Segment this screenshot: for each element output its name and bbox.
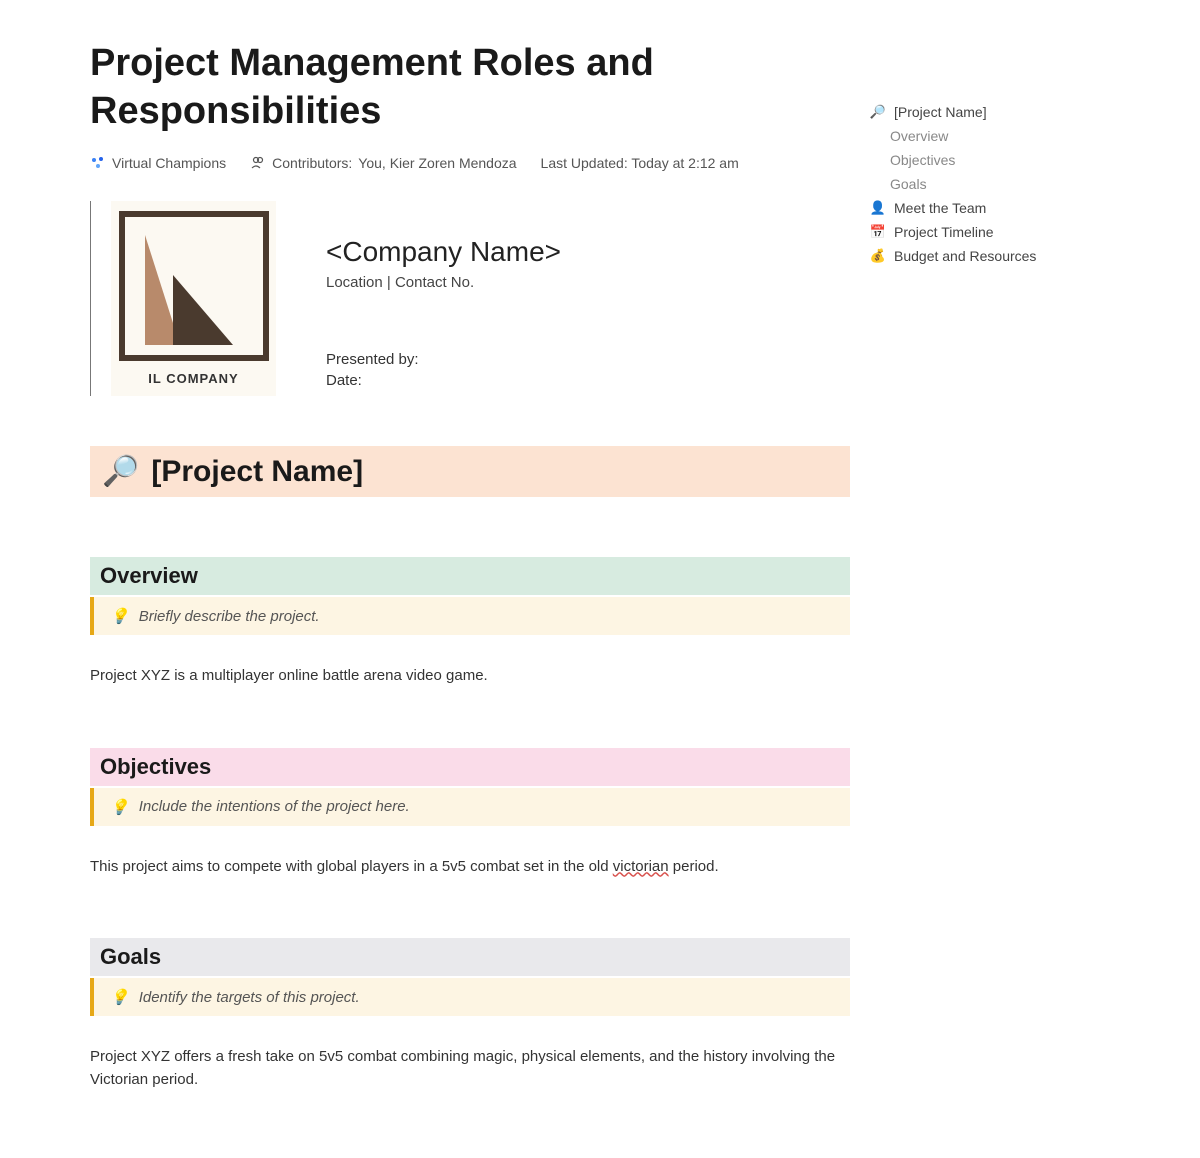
spell-error-word: victorian (613, 858, 669, 875)
toc-label: Objectives (890, 152, 955, 168)
company-details: <Company Name> Location | Contact No. Pr… (326, 201, 561, 396)
toc-item-goals[interactable]: Goals (870, 172, 1120, 196)
goals-callout-text: Identify the targets of this project. (139, 989, 360, 1006)
objectives-title: Objectives (100, 754, 211, 779)
contributors-icon (250, 155, 266, 171)
presented-by: Presented by: (326, 351, 561, 368)
team-name: Virtual Champions (112, 155, 226, 171)
calendar-icon: 📅 (870, 224, 886, 240)
contributors-label: Contributors: (272, 155, 352, 171)
main-content: Project Management Roles and Responsibil… (0, 40, 850, 1091)
toc-item-overview[interactable]: Overview (870, 124, 1120, 148)
toc-sidebar: 🔎 [Project Name] Overview Objectives Goa… (870, 40, 1120, 1091)
overview-callout-text: Briefly describe the project. (139, 608, 320, 625)
toc-item-timeline[interactable]: 📅 Project Timeline (870, 220, 1120, 244)
company-name: <Company Name> (326, 236, 561, 268)
objectives-body-prefix: This project aims to compete with global… (90, 858, 613, 875)
objectives-body-suffix: period. (669, 858, 719, 875)
date-line: Date: (326, 372, 561, 389)
toc-label: [Project Name] (894, 104, 987, 120)
logo-label: IL COMPANY (148, 371, 238, 386)
objectives-body: This project aims to compete with global… (90, 856, 850, 879)
goals-callout: 💡 Identify the targets of this project. (90, 978, 850, 1016)
toc-item-project-name[interactable]: 🔎 [Project Name] (870, 100, 1120, 124)
team-meta[interactable]: Virtual Champions (90, 155, 226, 171)
toc-label: Meet the Team (894, 200, 986, 216)
goals-heading: Goals (90, 938, 850, 976)
person-icon: 👤 (870, 200, 886, 216)
money-icon: 💰 (870, 248, 886, 264)
toc-item-objectives[interactable]: Objectives (870, 148, 1120, 172)
objectives-heading: Objectives (90, 748, 850, 786)
contributors-value: You, Kier Zoren Mendoza (358, 155, 516, 171)
company-block: IL COMPANY <Company Name> Location | Con… (90, 201, 850, 396)
company-logo: IL COMPANY (111, 201, 276, 396)
toc-label: Budget and Resources (894, 248, 1036, 264)
bulb-icon: 💡 (110, 607, 129, 625)
team-icon (90, 155, 106, 171)
bulb-icon: 💡 (110, 988, 129, 1006)
objectives-callout-text: Include the intentions of the project he… (139, 798, 410, 815)
toc-label: Project Timeline (894, 224, 994, 240)
goals-title: Goals (100, 944, 161, 969)
project-name-heading: 🔎 [Project Name] (90, 446, 850, 497)
overview-title: Overview (100, 563, 198, 588)
overview-callout: 💡 Briefly describe the project. (90, 597, 850, 635)
goals-body: Project XYZ offers a fresh take on 5v5 c… (90, 1046, 850, 1091)
project-name-title: [Project Name] (151, 455, 363, 489)
overview-heading: Overview (90, 557, 850, 595)
last-updated-meta: Last Updated: Today at 2:12 am (541, 155, 739, 171)
last-updated: Last Updated: Today at 2:12 am (541, 155, 739, 171)
company-sub: Location | Contact No. (326, 274, 561, 291)
magnifier-icon: 🔎 (102, 454, 139, 489)
logo-frame (119, 211, 269, 361)
toc-label: Overview (890, 128, 948, 144)
bulb-icon: 💡 (110, 798, 129, 816)
toc-item-meet-team[interactable]: 👤 Meet the Team (870, 196, 1120, 220)
overview-body: Project XYZ is a multiplayer online batt… (90, 665, 850, 688)
toc-label: Goals (890, 176, 927, 192)
magnifier-icon: 🔎 (870, 104, 886, 120)
contributors-meta[interactable]: Contributors: You, Kier Zoren Mendoza (250, 155, 516, 171)
objectives-callout: 💡 Include the intentions of the project … (90, 788, 850, 826)
toc-item-budget[interactable]: 💰 Budget and Resources (870, 244, 1120, 268)
page-title: Project Management Roles and Responsibil… (90, 40, 850, 135)
meta-row: Virtual Champions Contributors: You, Kie… (90, 155, 850, 171)
